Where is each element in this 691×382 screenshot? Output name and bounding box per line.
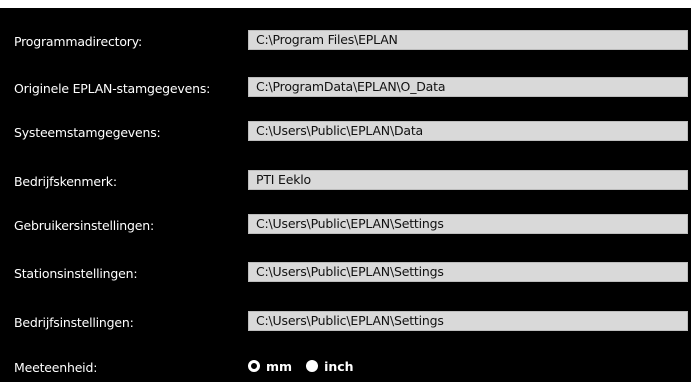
original-master-data-label: Originele EPLAN-stamgegevens:: [14, 81, 211, 96]
user-settings-field[interactable]: C:\Users\Public\EPLAN\Settings: [248, 214, 688, 234]
row-station-settings: Stationsinstellingen: C:\Users\Public\EP…: [0, 262, 691, 286]
row-company-code: Bedrijfskenmerk: PTI Eeklo: [0, 170, 691, 194]
unit-option-inch[interactable]: inch: [306, 359, 354, 374]
program-directory-label: Programmadirectory:: [14, 34, 142, 49]
company-settings-field[interactable]: C:\Users\Public\EPLAN\Settings: [248, 311, 688, 331]
station-settings-field[interactable]: C:\Users\Public\EPLAN\Settings: [248, 262, 688, 282]
row-units: Meeteenheid: mm inch: [0, 356, 691, 380]
unit-option-mm-label: mm: [266, 358, 293, 374]
company-code-field[interactable]: PTI Eeklo: [248, 170, 688, 190]
row-program-directory: Programmadirectory: C:\Program Files\EPL…: [0, 30, 691, 54]
row-company-settings: Bedrijfsinstellingen: C:\Users\Public\EP…: [0, 311, 691, 335]
settings-panel: Programmadirectory: C:\Program Files\EPL…: [0, 0, 691, 382]
station-settings-label: Stationsinstellingen:: [14, 266, 138, 281]
row-original-master-data: Originele EPLAN-stamgegevens: C:\Program…: [0, 77, 691, 101]
radio-checked-icon[interactable]: [248, 360, 260, 372]
original-master-data-field[interactable]: C:\ProgramData\EPLAN\O_Data: [248, 77, 688, 97]
units-label: Meeteenheid:: [14, 360, 98, 375]
unit-option-inch-label: inch: [324, 358, 354, 374]
company-code-label: Bedrijfskenmerk:: [14, 174, 117, 189]
user-settings-label: Gebruikersinstellingen:: [14, 218, 154, 233]
row-user-settings: Gebruikersinstellingen: C:\Users\Public\…: [0, 214, 691, 238]
unit-option-mm[interactable]: mm: [248, 359, 292, 374]
radio-unchecked-icon[interactable]: [306, 360, 319, 372]
company-settings-label: Bedrijfsinstellingen:: [14, 315, 134, 330]
system-master-data-label: Systeemstamgegevens:: [14, 125, 161, 140]
top-border: [0, 0, 691, 8]
program-directory-field[interactable]: C:\Program Files\EPLAN: [248, 30, 688, 50]
system-master-data-field[interactable]: C:\Users\Public\EPLAN\Data: [248, 121, 688, 141]
row-system-master-data: Systeemstamgegevens: C:\Users\Public\EPL…: [0, 121, 691, 145]
units-radio-group: mm inch: [248, 356, 364, 376]
